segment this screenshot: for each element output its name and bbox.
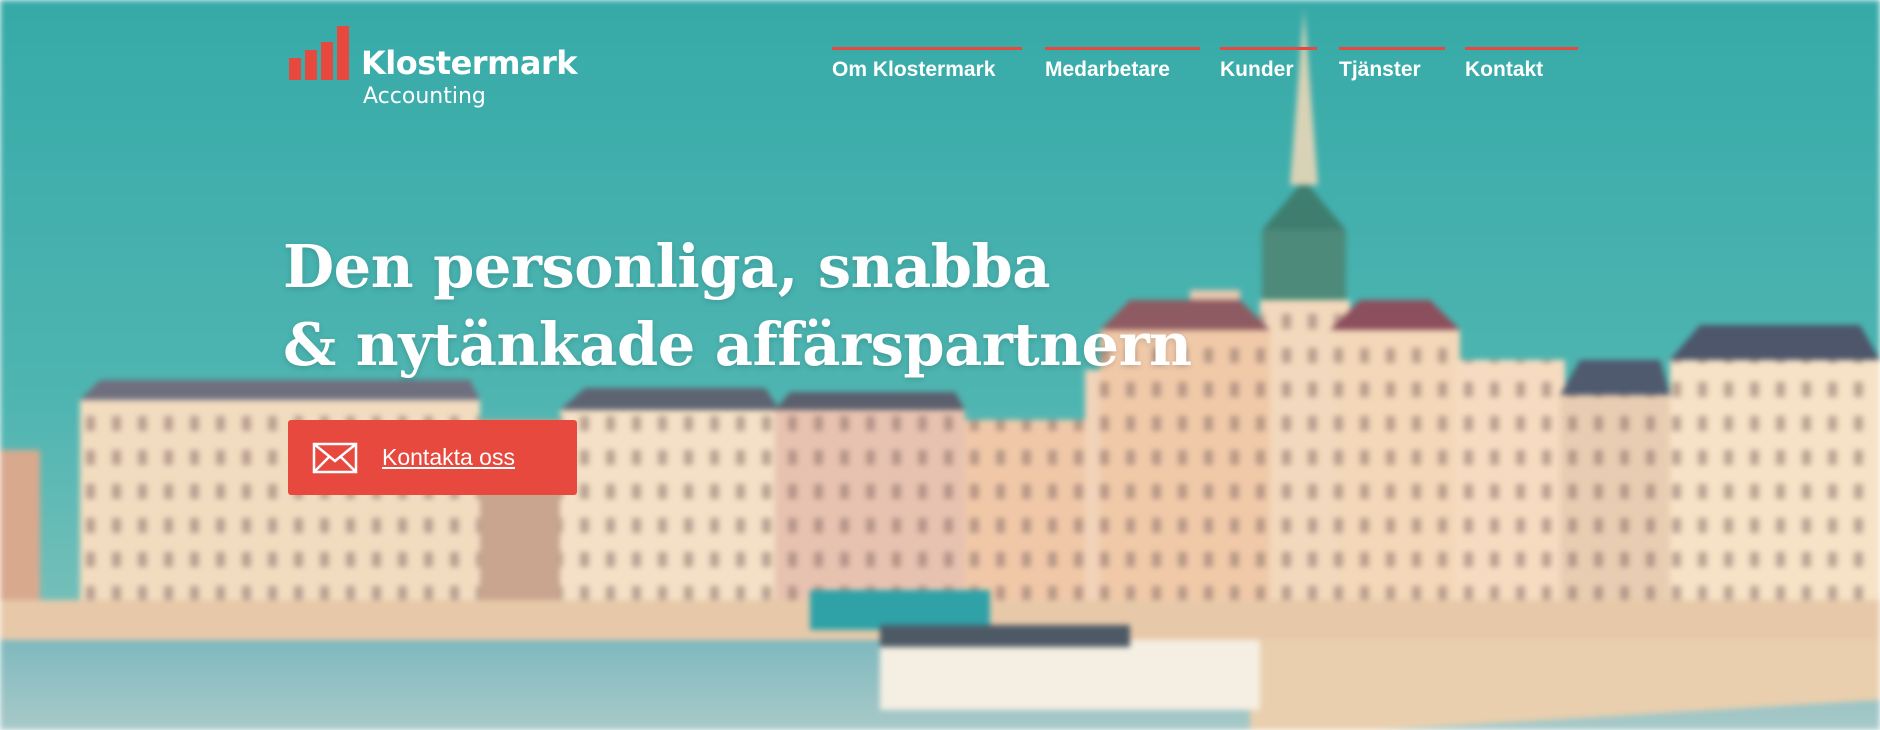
hero-headline: Den personliga, snabba & nytänkade affär… xyxy=(283,228,1192,384)
nav-om-klostermark[interactable]: Om Klostermark xyxy=(832,47,1022,90)
hero-headline-line-1: Den personliga, snabba xyxy=(283,232,1050,301)
brand-logo[interactable]: Klostermark Accounting xyxy=(289,22,578,112)
brand-name: Klostermark xyxy=(361,44,578,82)
nav-kunder[interactable]: Kunder xyxy=(1220,47,1317,90)
contact-us-button[interactable]: Kontakta oss xyxy=(288,420,577,495)
contact-us-label: Kontakta oss xyxy=(382,444,515,470)
brand-tagline: Accounting xyxy=(363,84,486,109)
nav-kontakt[interactable]: Kontakt xyxy=(1465,47,1578,90)
bar-chart-logo-icon xyxy=(289,24,353,80)
nav-tjanster[interactable]: Tjänster xyxy=(1339,47,1445,90)
nav-medarbetare[interactable]: Medarbetare xyxy=(1045,47,1200,90)
envelope-icon xyxy=(312,442,358,473)
hero-headline-line-2: & nytänkade affärspartnern xyxy=(283,310,1192,379)
